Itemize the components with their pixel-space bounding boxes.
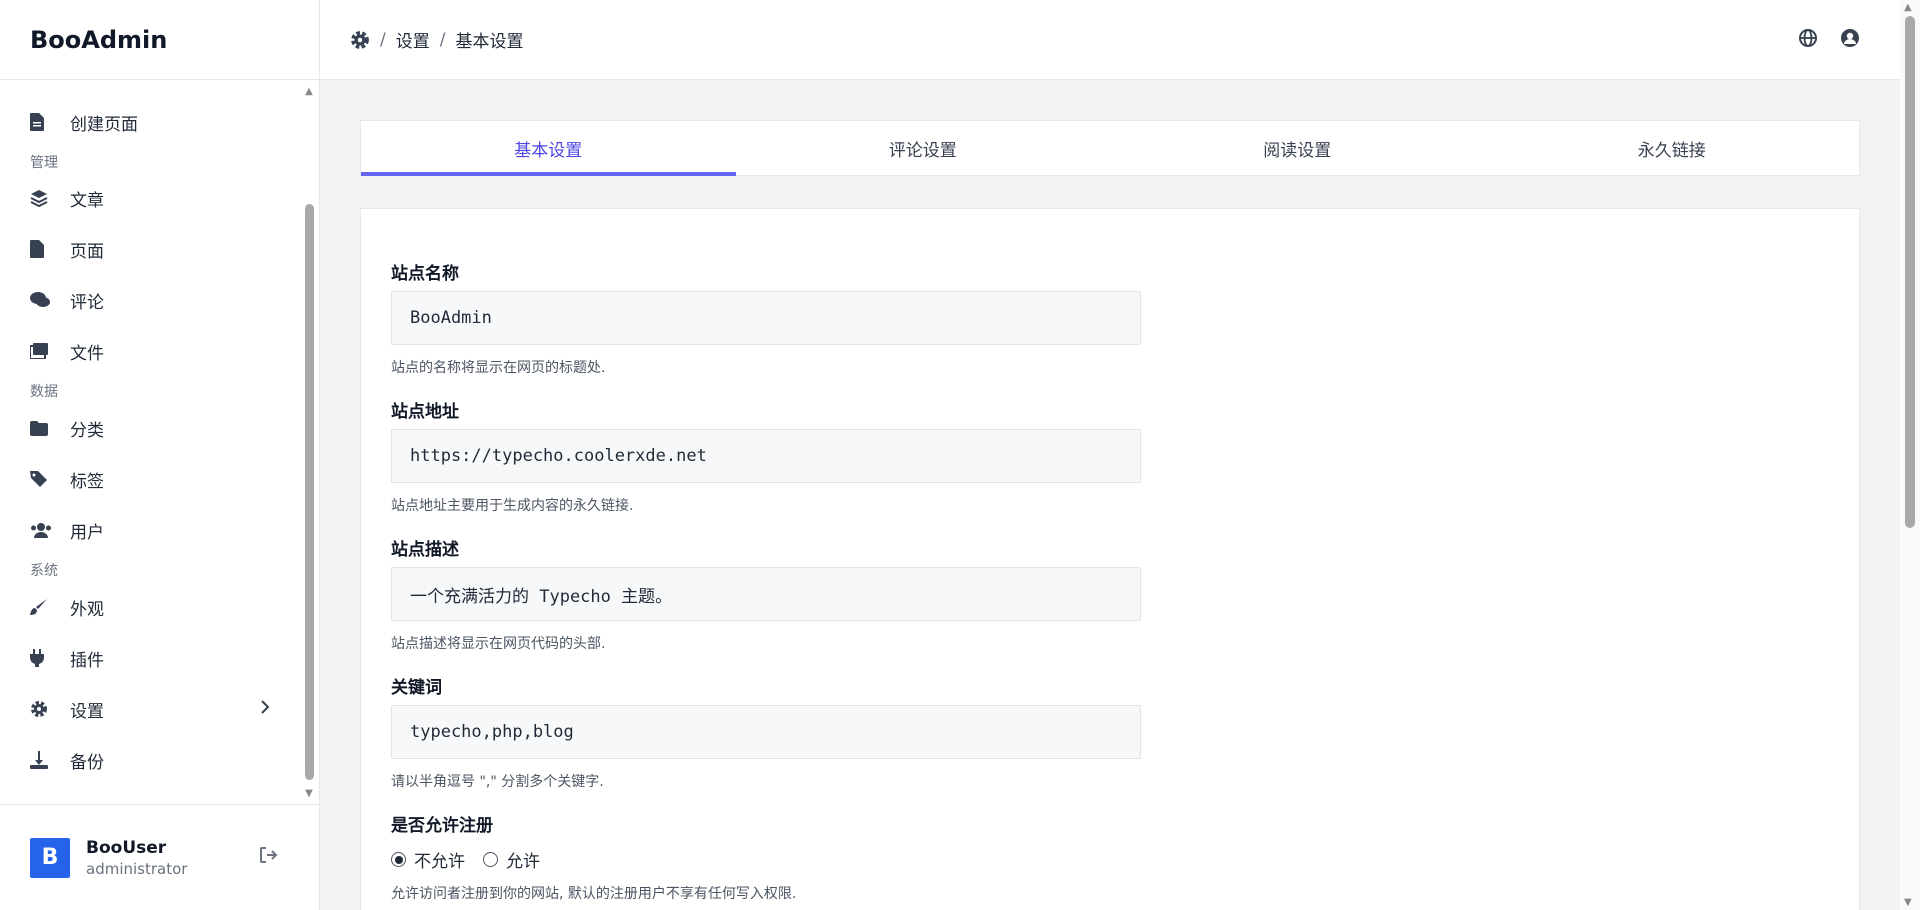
top-bar: / 设置 / 基本设置 bbox=[320, 0, 1900, 80]
sidebar-item-label: 外观 bbox=[70, 599, 104, 620]
sidebar-item-categories[interactable]: 分类 bbox=[30, 408, 270, 448]
allow-register-radio-group: 不允许 允许 bbox=[391, 847, 540, 872]
scroll-down-arrow-icon[interactable]: ▼ bbox=[1904, 897, 1912, 908]
page-scrollbar[interactable]: ▲ ▼ bbox=[1900, 0, 1920, 910]
user-circle-icon[interactable] bbox=[1840, 28, 1860, 52]
tags-icon bbox=[30, 469, 56, 489]
sidebar-item-settings[interactable]: 设置 bbox=[30, 689, 270, 729]
sidebar-item-label: 文章 bbox=[70, 190, 104, 211]
sidebar-item-pages[interactable]: 页面 bbox=[30, 229, 270, 269]
breadcrumb-separator: / bbox=[380, 29, 386, 50]
scroll-up-arrow-icon[interactable]: ▲ bbox=[1904, 2, 1912, 13]
radio-button[interactable] bbox=[483, 852, 498, 867]
sidebar: BooAdmin 创建页面 管理 文章 页面 评论 文件 数据 分类 标签 用户… bbox=[0, 0, 320, 910]
sidebar-item-appearance[interactable]: 外观 bbox=[30, 587, 270, 627]
sidebar-item-label: 设置 bbox=[70, 701, 104, 722]
globe-icon[interactable] bbox=[1798, 28, 1818, 52]
layers-icon bbox=[30, 188, 56, 208]
sidebar-item-label: 分类 bbox=[70, 420, 104, 441]
settings-form: 站点名称 BooAdmin 站点的名称将显示在网页的标题处. 站点地址 http… bbox=[360, 208, 1860, 910]
sidebar-item-label: 页面 bbox=[70, 241, 104, 262]
user-panel: B BooUser administrator bbox=[0, 804, 320, 910]
brand-logo[interactable]: BooAdmin bbox=[0, 0, 319, 80]
sidebar-item-label: 创建页面 bbox=[70, 114, 138, 135]
site-url-input[interactable]: https://typecho.coolerxde.net bbox=[391, 429, 1141, 483]
sidebar-item-label: 评论 bbox=[70, 292, 104, 313]
sidebar-item-create-page[interactable]: 创建页面 bbox=[30, 102, 270, 142]
comments-icon bbox=[30, 290, 56, 310]
site-url-label: 站点地址 bbox=[391, 402, 459, 422]
gear-icon[interactable] bbox=[350, 30, 370, 50]
breadcrumb-separator: / bbox=[439, 29, 446, 50]
paint-brush-icon bbox=[30, 597, 56, 617]
user-role: administrator bbox=[86, 859, 188, 878]
sidebar-item-tags[interactable]: 标签 bbox=[30, 459, 270, 499]
breadcrumb: / 设置 / 基本设置 bbox=[320, 27, 523, 52]
sidebar-item-label: 插件 bbox=[70, 650, 104, 671]
radio-button[interactable] bbox=[391, 852, 406, 867]
chevron-right-icon bbox=[260, 699, 270, 719]
user-name: BooUser bbox=[86, 837, 167, 858]
sidebar-item-backup[interactable]: 备份 bbox=[30, 740, 270, 780]
sidebar-nav: 创建页面 管理 文章 页面 评论 文件 数据 分类 标签 用户 系统 外观 插件… bbox=[0, 80, 320, 804]
nav-group-manage: 管理 bbox=[30, 155, 58, 171]
tab-permalink[interactable]: 永久链接 bbox=[1485, 121, 1860, 175]
plug-icon bbox=[30, 648, 56, 668]
scrollbar-thumb[interactable] bbox=[305, 204, 314, 780]
tab-reading-settings[interactable]: 阅读设置 bbox=[1110, 121, 1485, 175]
file-alt-icon bbox=[30, 112, 56, 132]
scroll-down-arrow-icon[interactable]: ▼ bbox=[302, 786, 316, 800]
sidebar-item-comments[interactable]: 评论 bbox=[30, 280, 270, 320]
gear-icon bbox=[30, 699, 56, 719]
tab-basic-settings[interactable]: 基本设置 bbox=[361, 121, 736, 176]
download-icon bbox=[30, 750, 56, 770]
folder-icon bbox=[30, 418, 56, 438]
radio-option-allow[interactable]: 允许 bbox=[483, 847, 540, 872]
nav-group-data: 数据 bbox=[30, 384, 58, 400]
sidebar-item-label: 用户 bbox=[70, 522, 104, 543]
site-name-input[interactable]: BooAdmin bbox=[391, 291, 1141, 345]
images-icon bbox=[30, 341, 56, 361]
radio-label: 允许 bbox=[506, 852, 540, 872]
sidebar-item-label: 备份 bbox=[70, 752, 104, 773]
sidebar-scrollbar[interactable]: ▲ ▼ bbox=[302, 80, 316, 804]
allow-register-help: 允许访问者注册到你的网站, 默认的注册用户不享有任何写入权限. bbox=[391, 886, 797, 902]
users-icon bbox=[30, 520, 56, 540]
site-description-help: 站点描述将显示在网页代码的头部. bbox=[391, 636, 606, 652]
site-name-help: 站点的名称将显示在网页的标题处. bbox=[391, 360, 606, 376]
keywords-help: 请以半角逗号 "," 分割多个关键字. bbox=[391, 774, 604, 790]
sidebar-item-label: 标签 bbox=[70, 471, 104, 492]
keywords-input[interactable]: typecho,php,blog bbox=[391, 705, 1141, 759]
radio-option-disallow[interactable]: 不允许 bbox=[391, 847, 465, 872]
avatar[interactable]: B bbox=[30, 837, 70, 878]
tab-comment-settings[interactable]: 评论设置 bbox=[736, 121, 1111, 175]
sidebar-item-label: 文件 bbox=[70, 343, 104, 364]
keywords-label: 关键词 bbox=[391, 678, 442, 698]
nav-group-system: 系统 bbox=[30, 563, 58, 579]
radio-label: 不允许 bbox=[414, 852, 465, 872]
settings-tabs: 基本设置 评论设置 阅读设置 永久链接 bbox=[360, 120, 1860, 176]
site-description-input[interactable]: 一个充满活力的 Typecho 主题。 bbox=[391, 567, 1141, 621]
breadcrumb-settings[interactable]: 设置 bbox=[396, 27, 430, 52]
sidebar-item-users[interactable]: 用户 bbox=[30, 510, 270, 550]
sidebar-item-files[interactable]: 文件 bbox=[30, 331, 270, 371]
logout-icon[interactable] bbox=[260, 847, 278, 867]
site-name-label: 站点名称 bbox=[391, 264, 459, 284]
sidebar-item-plugins[interactable]: 插件 bbox=[30, 638, 270, 678]
site-url-help: 站点地址主要用于生成内容的永久链接. bbox=[391, 498, 634, 514]
allow-register-label: 是否允许注册 bbox=[391, 816, 493, 836]
sidebar-item-posts[interactable]: 文章 bbox=[30, 178, 270, 218]
scrollbar-thumb[interactable] bbox=[1905, 16, 1915, 528]
file-icon bbox=[30, 239, 56, 259]
breadcrumb-current: 基本设置 bbox=[455, 32, 524, 52]
scroll-up-arrow-icon[interactable]: ▲ bbox=[302, 84, 316, 98]
site-description-label: 站点描述 bbox=[391, 540, 459, 560]
